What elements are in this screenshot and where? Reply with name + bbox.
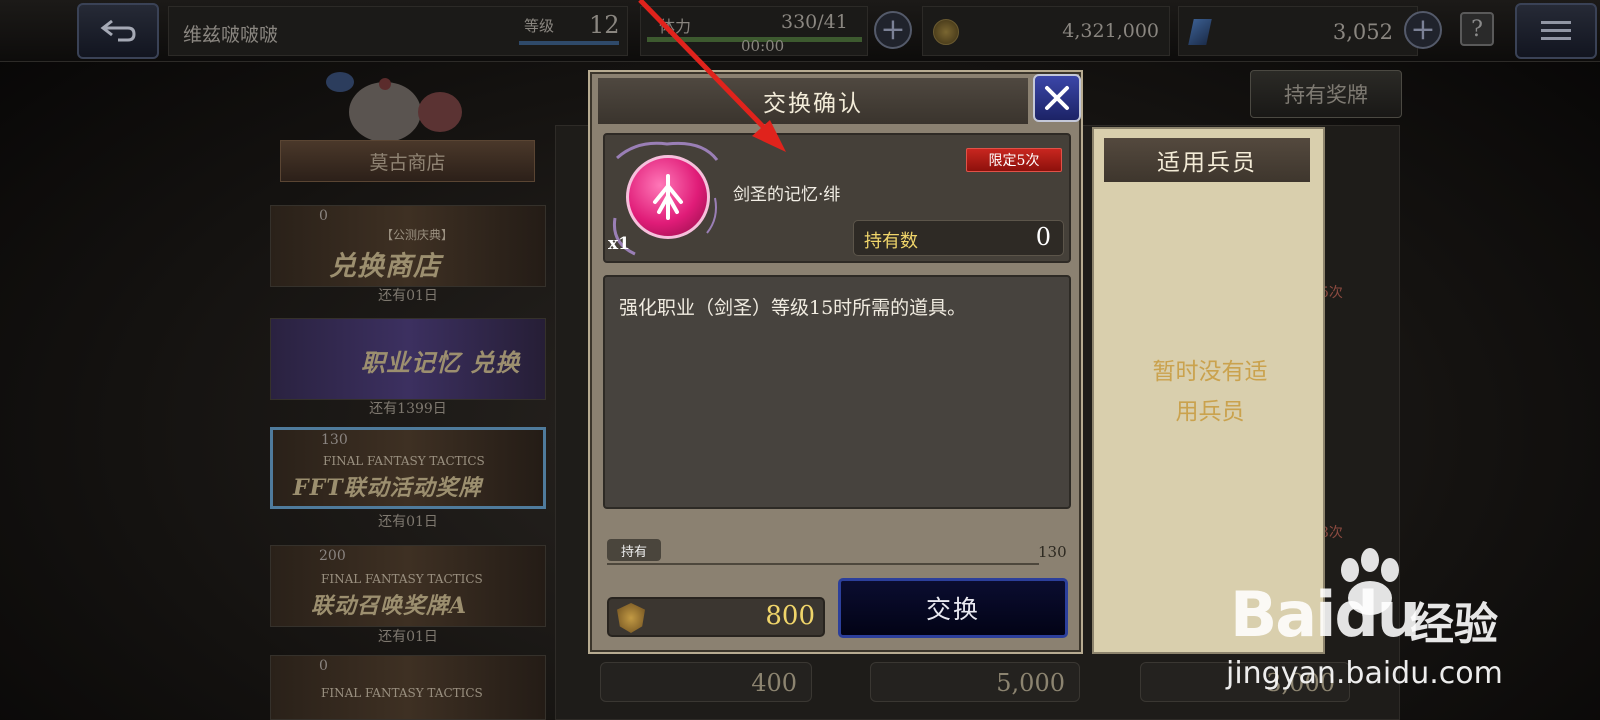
watermark-url: jingyan.baidu.com — [1226, 656, 1503, 691]
applicable-units-header: 适用兵员 — [1104, 138, 1310, 182]
card-title: FFT联动活动奖牌 — [293, 475, 482, 501]
watermark-brand: Baidu — [1230, 578, 1421, 651]
limit-badge: 限定5次 — [966, 148, 1062, 172]
card-subtitle: FINAL FANTASY TACTICS — [321, 572, 483, 586]
shop-card-fft-medal[interactable]: 130 FINAL FANTASY TACTICS FFT联动活动奖牌 — [270, 427, 546, 509]
level-label: 等级 — [524, 17, 555, 35]
bg-price: 400 — [600, 662, 812, 702]
item-quantity: x1 — [608, 234, 630, 254]
card-count: 0 — [319, 208, 328, 224]
exchange-button-label: 交换 — [925, 595, 980, 624]
card-days-left: 还有01日 — [378, 288, 438, 304]
owned-medals-label: 持有奖牌 — [1284, 83, 1368, 107]
medal-icon — [617, 603, 645, 633]
close-button[interactable] — [1033, 74, 1081, 122]
bg-price: 5,000 — [870, 662, 1080, 702]
no-units-line1: 暂时没有适 — [1152, 359, 1268, 385]
add-stamina-button[interactable]: + — [874, 11, 912, 49]
no-units-line2: 用兵员 — [1175, 399, 1245, 425]
player-panel: 维兹啵啵啵 等级 12 — [168, 6, 628, 56]
no-units-message: 暂时没有适 用兵员 — [1120, 352, 1300, 432]
shop-card-job-memory[interactable]: 职业记忆 兑换 — [270, 318, 546, 400]
watermark-cn: 经验 — [1410, 599, 1498, 650]
player-name: 维兹啵啵啵 — [183, 24, 279, 46]
job-emblem-icon — [653, 174, 683, 220]
help-icon: ? — [1471, 17, 1483, 42]
applicable-units-title: 适用兵员 — [1157, 150, 1257, 176]
owned-count-box: 持有数 0 — [853, 220, 1064, 256]
cost-box: 800 — [607, 597, 825, 637]
back-button[interactable] — [77, 3, 159, 59]
hold-progress-line — [607, 563, 1039, 565]
shop-name-plate: 莫古商店 — [280, 140, 535, 182]
cost-value: 800 — [765, 601, 815, 631]
shop-name: 莫古商店 — [369, 151, 446, 174]
card-title: 兑换商店 — [329, 251, 441, 282]
card-count: 0 — [319, 658, 328, 674]
gem-panel: 3,052 — [1178, 6, 1418, 56]
card-subtitle: FINAL FANTASY TACTICS — [321, 686, 483, 700]
card-days-left: 还有1399日 — [369, 401, 447, 417]
gil-panel: 4,321,000 — [922, 6, 1170, 56]
red-arrow-annotation — [638, 0, 786, 152]
gil-value: 4,321,000 — [1062, 20, 1159, 42]
shop-card-fft-other[interactable]: 0 FINAL FANTASY TACTICS — [270, 655, 546, 720]
gem-value: 3,052 — [1332, 20, 1393, 44]
owned-value: 0 — [1035, 223, 1051, 251]
baidu-watermark: Baidu 经验 jingyan.baidu.com — [1226, 548, 1600, 708]
menu-button[interactable] — [1515, 3, 1597, 59]
hamburger-icon — [1541, 21, 1571, 40]
exp-bar — [519, 41, 619, 45]
exchange-button[interactable]: 交换 — [838, 578, 1068, 638]
hold-value: 130 — [1038, 543, 1067, 561]
card-days-left: 还有01日 — [378, 629, 438, 645]
close-icon — [1045, 86, 1069, 110]
help-button[interactable]: ? — [1460, 12, 1494, 46]
shop-card-launch-exchange[interactable]: 0 【公测庆典】 兑换商店 — [270, 205, 546, 287]
card-count: 130 — [321, 432, 348, 448]
owned-medals-button[interactable]: 持有奖牌 — [1250, 70, 1402, 118]
level-value: 12 — [589, 11, 620, 39]
add-gem-button[interactable]: + — [1404, 11, 1442, 49]
card-subtitle: 【公测庆典】 — [381, 228, 454, 242]
hold-label: 持有 — [607, 539, 661, 561]
card-title: 职业记忆 兑换 — [361, 348, 521, 377]
card-title: 联动召唤奖牌A — [311, 593, 468, 619]
gem-icon — [1188, 19, 1212, 45]
back-arrow-icon — [100, 19, 136, 42]
shop-card-fft-summon[interactable]: 200 FINAL FANTASY TACTICS 联动召唤奖牌A — [270, 545, 546, 627]
card-days-left: 还有01日 — [378, 514, 438, 530]
card-subtitle: FINAL FANTASY TACTICS — [323, 454, 485, 468]
item-name: 剑圣的记忆·绯 — [733, 185, 841, 205]
gil-coin-icon — [933, 19, 959, 45]
card-count: 200 — [319, 548, 346, 564]
owned-label: 持有数 — [864, 231, 918, 252]
item-description: 强化职业（剑圣）等级15时所需的道具。 — [603, 275, 1071, 509]
